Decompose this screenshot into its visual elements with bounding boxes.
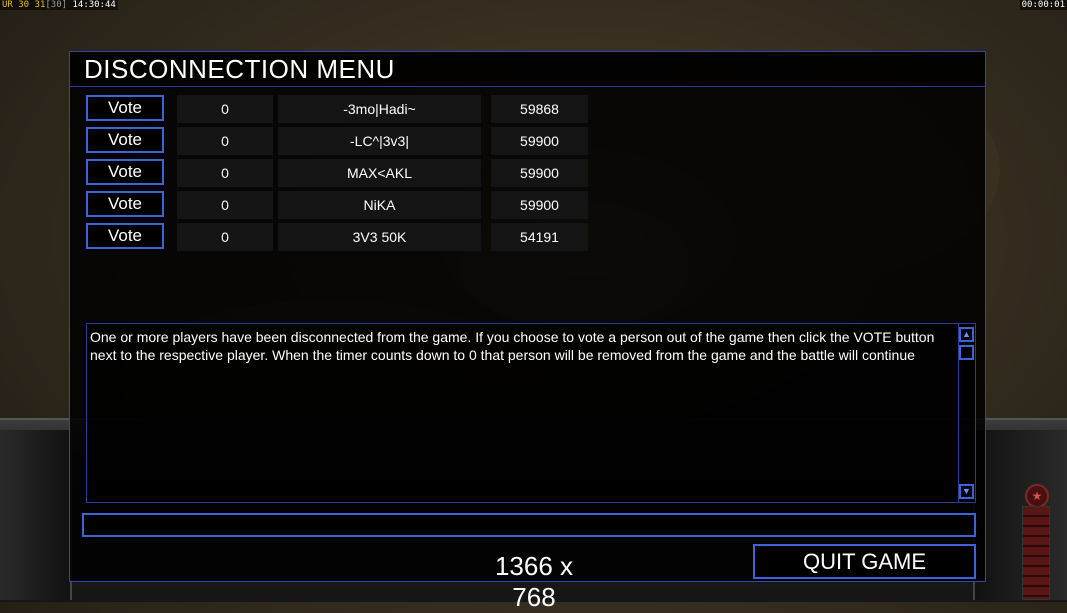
player-row: Vote 0 -3mo|Hadi~ 59868 [86,95,588,123]
vote-count: 0 [177,159,273,187]
star-icon: ★ [1025,484,1049,508]
hud-clock: 14:30:44 [72,0,116,10]
hud-stat-a: 30 [18,0,30,10]
scroll-thumb[interactable] [959,345,974,360]
vote-count: 0 [177,191,273,219]
vote-button[interactable]: Vote [86,191,164,217]
vote-button[interactable]: Vote [86,223,164,249]
player-name: MAX<AKL [278,159,481,187]
disconnect-timer: 59900 [491,191,588,219]
vote-button[interactable]: Vote [86,159,164,185]
disconnect-timer: 59900 [491,127,588,155]
hud-stats: UR 30 31[30] 14:30:44 [0,0,118,10]
command-bar-right [973,430,1067,600]
hud-timer: 00:00:01 [1019,0,1067,10]
chat-input[interactable] [82,513,976,537]
power-meter [1022,506,1050,600]
player-name: NiKA [278,191,481,219]
player-row: Vote 0 3V3 50K 54191 [86,223,588,251]
disconnect-timer: 54191 [491,223,588,251]
triangle-down-icon[interactable]: ▼ [959,484,974,499]
disconnection-menu: DISCONNECTION MENU Vote 0 -3mo|Hadi~ 598… [69,51,986,612]
message-text: One or more players have been disconnect… [90,329,935,363]
menu-title-bar: DISCONNECTION MENU [70,52,985,87]
player-row: Vote 0 MAX<AKL 59900 [86,159,588,187]
vote-button[interactable]: Vote [86,127,164,153]
player-name: -LC^|3v3| [278,127,481,155]
hud-stat-b: 31 [34,0,46,10]
vote-count: 0 [177,223,273,251]
quit-game-button[interactable]: QUIT GAME [753,544,976,579]
message-box: One or more players have been disconnect… [86,323,976,503]
vote-button[interactable]: Vote [86,95,164,121]
menu-title: DISCONNECTION MENU [84,54,395,84]
player-name: -3mo|Hadi~ [278,95,481,123]
disconnect-timer: 59868 [491,95,588,123]
message-scrollbar[interactable]: ▲ ▼ [958,324,975,502]
top-hud: UR 30 31[30] 14:30:44 00:00:01 [0,0,1067,12]
disconnect-timer: 59900 [491,159,588,187]
triangle-up-icon[interactable]: ▲ [959,327,974,342]
hud-stat-c: [30] [45,0,68,10]
player-row: Vote 0 -LC^|3v3| 59900 [86,127,588,155]
hud-prefix: UR [2,0,13,10]
vote-count: 0 [177,95,273,123]
player-row: Vote 0 NiKA 59900 [86,191,588,219]
resolution-label: 1366 x 768 [494,551,574,612]
vote-count: 0 [177,127,273,155]
player-name: 3V3 50K [278,223,481,251]
command-bar-left [0,430,72,600]
